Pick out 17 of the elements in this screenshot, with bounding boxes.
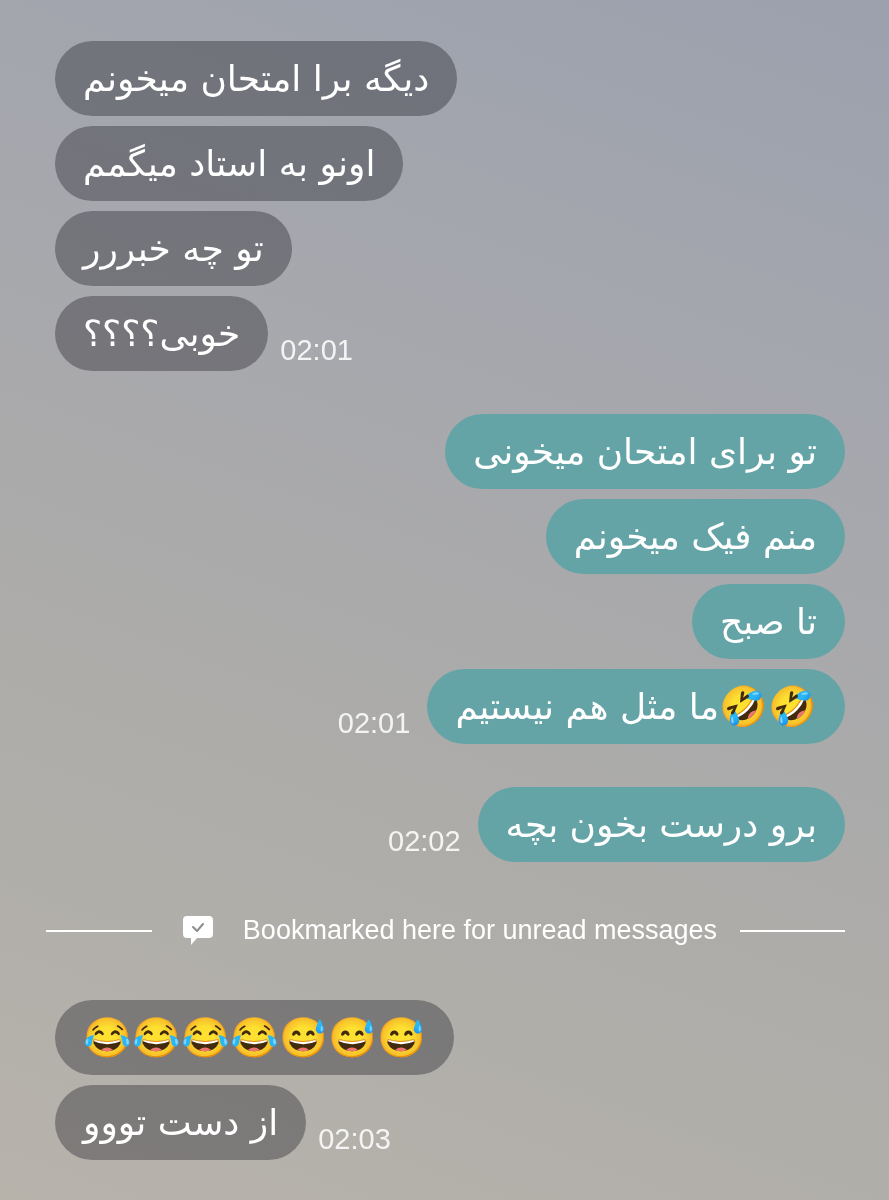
message-time: 02:02 xyxy=(388,827,461,856)
message-bubble: تو برای امتحان میخونی xyxy=(445,414,845,489)
message-bubble: 😂😂😂😂😅😅😅 xyxy=(55,1000,454,1075)
chat-check-icon xyxy=(182,916,213,945)
message-bubble: تا صبح xyxy=(691,584,845,659)
message-bubble: برو درست بخون بچه xyxy=(477,787,845,862)
message-time: 02:03 xyxy=(318,1125,391,1154)
unread-divider-label: Bookmarked here for unread messages xyxy=(242,917,718,944)
message-bubble: دیگه برا امتحان میخونم xyxy=(55,41,458,116)
message-bubble: 🤣🤣ما مثل هم نیستیم xyxy=(427,669,845,744)
message-bubble: تو چه خبررر xyxy=(55,211,292,286)
message-time: 02:01 xyxy=(280,336,353,365)
message-bubble: اونو به استاد میگمم xyxy=(55,126,404,201)
message-bubble: منم فیک میخونم xyxy=(545,499,845,574)
message-bubble: خوبی؟؟؟؟ xyxy=(55,296,269,371)
message-time: 02:01 xyxy=(337,709,411,738)
message-bubble: از دست تووو xyxy=(55,1085,307,1160)
